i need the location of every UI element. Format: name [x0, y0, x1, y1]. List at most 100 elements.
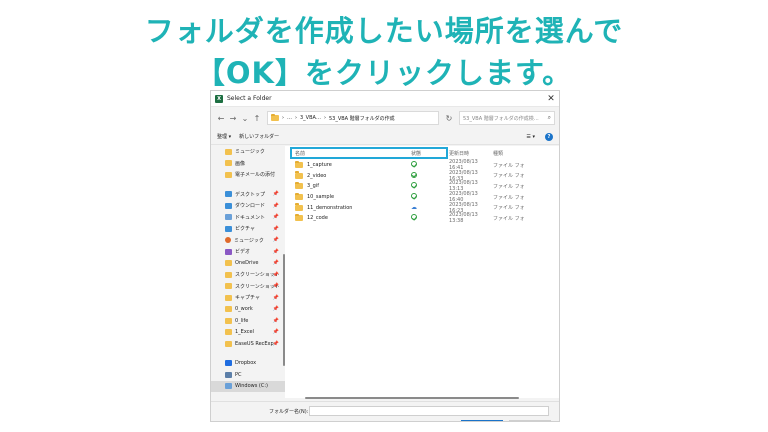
- address-bar[interactable]: › … › 3_VBA… › 53_VBA 階層フォルダの作成: [267, 111, 439, 125]
- sidebar-item-label: ミュージック: [234, 237, 264, 244]
- new-folder-button[interactable]: 新しいフォルダー: [239, 133, 279, 140]
- sidebar-item[interactable]: ミュージック: [211, 146, 285, 158]
- breadcrumb-item[interactable]: 3_VBA…: [300, 115, 321, 121]
- refresh-icon[interactable]: ↻: [441, 111, 457, 125]
- file-name: 10_sample: [307, 194, 335, 201]
- folder-name-label: フォルダー名(N):: [269, 409, 309, 415]
- folder-icon: [225, 148, 232, 155]
- synced-check-icon: [411, 193, 417, 200]
- sidebar-item[interactable]: ダウンロード 📌: [211, 200, 285, 212]
- pin-icon: 📌: [272, 237, 279, 244]
- sidebar-item-label: デスクトップ: [235, 191, 266, 198]
- breadcrumb-sep: ›: [295, 115, 297, 121]
- status-cell: [411, 161, 449, 169]
- help-icon[interactable]: ?: [545, 132, 553, 141]
- file-name: 3_gif: [307, 183, 320, 190]
- sidebar-item[interactable]: スクリーンショット 📌: [211, 281, 285, 293]
- table-row[interactable]: 1_capture 2023/08/13 16:41 ファイル フォ: [285, 159, 559, 171]
- type-cell: ファイル フォ: [493, 162, 525, 169]
- breadcrumb-overflow[interactable]: …: [287, 115, 292, 121]
- sidebar-item-label: Dropbox: [235, 360, 257, 367]
- table-row[interactable]: 3_gif 2023/08/13 13:13 ファイル フォ: [285, 180, 559, 192]
- close-icon[interactable]: ✕: [543, 94, 559, 104]
- type-cell: ファイル フォ: [493, 173, 525, 180]
- file-name-cell: 3_gif: [285, 181, 411, 190]
- file-name-cell: 2_video: [285, 171, 411, 179]
- sidebar-item[interactable]: 1_Excel 📌: [211, 327, 285, 339]
- organize-button[interactable]: 整理 ▾: [217, 133, 231, 140]
- pin-icon: 📌: [272, 317, 279, 324]
- sidebar-item[interactable]: Dropbox: [211, 358, 285, 370]
- type-cell: ファイル フォ: [493, 183, 525, 190]
- folder-icon: [271, 113, 279, 121]
- sidebar-item[interactable]: 0_work 📌: [211, 304, 285, 316]
- folder-icon: [225, 317, 232, 324]
- sidebar-item[interactable]: ドキュメント 📌: [211, 212, 285, 224]
- sidebar-item-label: ビデオ: [235, 249, 251, 256]
- dialog-footer: フォルダー名(N):: [211, 401, 559, 421]
- back-button[interactable]: ←: [215, 114, 227, 123]
- sidebar-item-label: OneDrive: [235, 260, 259, 267]
- synced-check-icon: [411, 182, 417, 189]
- ok-button[interactable]: [461, 420, 503, 421]
- file-name: 2_video: [307, 172, 327, 179]
- pin-icon: 📌: [272, 306, 279, 313]
- folder-icon: [295, 171, 303, 179]
- breadcrumb-current[interactable]: 53_VBA 階層フォルダの作成: [329, 115, 395, 122]
- sidebar-item[interactable]: キャプチャ 📌: [211, 292, 285, 304]
- view-options-button[interactable]: ☰ ▾: [526, 134, 535, 140]
- folder-icon: [225, 340, 232, 347]
- folder-icon: [225, 202, 232, 209]
- sidebar-item[interactable]: PC: [211, 369, 285, 381]
- sidebar-item[interactable]: ビデオ 📌: [211, 246, 285, 258]
- scrollbar-thumb[interactable]: [305, 397, 519, 399]
- table-row[interactable]: 12_code 2023/08/13 13:38 ファイル フォ: [285, 212, 559, 224]
- synced-check-icon: [411, 214, 417, 221]
- folder-icon: [225, 225, 232, 232]
- up-button[interactable]: ↑: [251, 114, 263, 123]
- search-input[interactable]: 53_VBA 階層フォルダの作成検… ⌕: [459, 111, 555, 125]
- sidebar-item[interactable]: 0_life 📌: [211, 315, 285, 327]
- folder-icon: [225, 214, 232, 221]
- folder-icon: [295, 203, 303, 211]
- pin-icon: 📌: [272, 283, 279, 290]
- select-folder-dialog: X Select a Folder ✕ ← → ⌄ ↑ › … › 3_VBA……: [210, 90, 560, 422]
- status-cell: ☁: [411, 204, 449, 211]
- sidebar-item-label: ドキュメント: [235, 214, 266, 221]
- sidebar-item[interactable]: Windows (C:): [211, 380, 285, 392]
- folder-icon: [225, 260, 232, 267]
- forward-button[interactable]: →: [227, 114, 239, 123]
- table-row[interactable]: 11_demonstration ☁ 2023/08/13 16:23 ファイル フォ: [285, 202, 559, 214]
- sidebar-item[interactable]: 電子メールの添付: [211, 169, 285, 181]
- file-name-cell: 11_demonstration: [285, 203, 411, 211]
- sidebar-item-label: ピクチャ: [235, 226, 255, 233]
- table-row[interactable]: 10_sample 2023/08/13 16:40 ファイル フォ: [285, 191, 559, 203]
- sidebar-item[interactable]: ピクチャ 📌: [211, 223, 285, 235]
- folder-icon: [295, 181, 303, 190]
- recent-dropdown-button[interactable]: ⌄: [239, 114, 251, 123]
- column-type[interactable]: 種類: [493, 150, 559, 157]
- synced-check-icon: [411, 171, 417, 178]
- sidebar-item[interactable]: ミュージック 📌: [211, 235, 285, 247]
- file-name: 11_demonstration: [307, 204, 353, 211]
- sidebar-item-label: ダウンロード: [235, 203, 266, 210]
- sidebar-item[interactable]: 画像: [211, 158, 285, 170]
- status-cell: [411, 214, 449, 222]
- status-cell: [411, 182, 449, 190]
- folder-icon: [225, 329, 232, 336]
- search-icon: ⌕: [547, 114, 551, 121]
- column-date[interactable]: 更新日時: [449, 150, 493, 157]
- sidebar-item[interactable]: スクリーンショット 📌: [211, 269, 285, 281]
- sidebar-item-label: 電子メールの添付: [235, 172, 276, 179]
- folder-name-input[interactable]: [309, 406, 549, 416]
- table-row[interactable]: 2_video 2023/08/13 16:33 ファイル フォ: [285, 170, 559, 182]
- pin-icon: 📌: [272, 329, 279, 336]
- file-name-cell: 12_code: [285, 213, 411, 222]
- sidebar-item[interactable]: OneDrive 📌: [211, 258, 285, 270]
- sidebar-item[interactable]: EaseUS RecExp 📌: [211, 338, 285, 350]
- folder-icon: [225, 191, 232, 198]
- cancel-button[interactable]: [509, 420, 551, 421]
- sidebar-item[interactable]: デスクトップ 📌: [211, 189, 285, 201]
